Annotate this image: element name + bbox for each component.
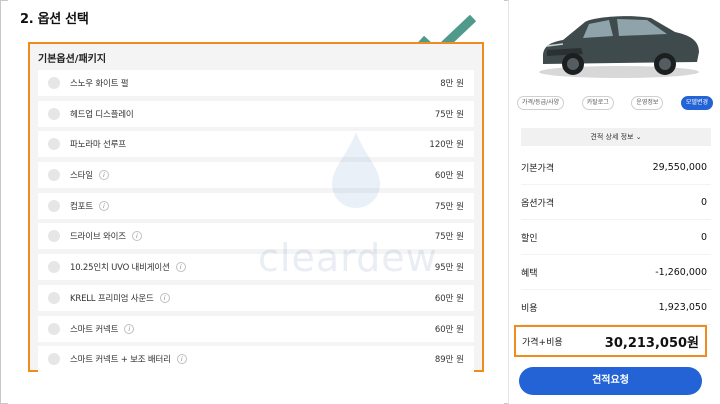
- option-radio[interactable]: [48, 107, 60, 120]
- option-price: 8만 원: [440, 79, 464, 89]
- info-icon[interactable]: i: [131, 231, 142, 242]
- option-radio[interactable]: [48, 261, 60, 274]
- price-row: 옵션가격 0: [521, 185, 711, 220]
- price-row-value: 0: [700, 196, 707, 208]
- option-name: 헤드업 디스플레이: [70, 109, 134, 120]
- option-item[interactable]: 스마트 커넥트 + 보조 배터리 i 89만 원: [38, 346, 474, 373]
- options-panel: 2. 옵션 선택 기본옵션/패키지 스노우 화이트 펄 8만 원헤드업 디스플레이…: [8, 0, 504, 404]
- price-row-value: -1,260,000: [655, 266, 707, 278]
- option-price: 60만 원: [434, 293, 464, 304]
- tab-2[interactable]: 운영정보: [631, 96, 664, 110]
- quote-request-button[interactable]: 견적요청: [519, 367, 702, 395]
- price-row-value: 0: [700, 231, 707, 243]
- option-name: 스마트 커넥트 + 보조 배터리: [70, 355, 171, 366]
- option-radio[interactable]: [48, 199, 60, 212]
- package-list: 스노우 화이트 펄 8만 원 헤드업 디스플레이 75만 원 파노라마 선루프 120만 …: [38, 70, 474, 377]
- info-icon[interactable]: i: [98, 170, 109, 181]
- option-radio[interactable]: [48, 322, 60, 335]
- section-title: 2. 옵션 선택: [20, 12, 89, 27]
- option-radio[interactable]: [48, 138, 60, 151]
- option-price: 75만 원: [434, 232, 464, 243]
- info-icon[interactable]: i: [124, 323, 135, 334]
- tab-3[interactable]: 모델변경: [680, 96, 713, 110]
- tab-0[interactable]: 가격/등급/사양: [517, 96, 565, 110]
- option-price: 60만 원: [434, 324, 464, 335]
- option-name: 컴포트: [70, 201, 93, 212]
- option-price: 75만 원: [434, 201, 464, 212]
- option-name: 드라이브 와이즈: [70, 232, 126, 243]
- total-value: 30,213,050원: [604, 335, 699, 351]
- info-icon[interactable]: i: [159, 292, 170, 303]
- price-row-label: 기본가격: [521, 163, 555, 174]
- option-radio[interactable]: [48, 353, 60, 366]
- package-box: 기본옵션/패키지 스노우 화이트 펄 8만 원 헤드업 디스플레이 75만 원 파노라마…: [28, 42, 484, 373]
- info-tabs: 가격/등급/사양 카탈로그 운영정보 모델변경: [517, 96, 713, 110]
- package-header: 기본옵션/패키지: [38, 54, 107, 65]
- option-price: 75만 원: [434, 109, 464, 120]
- price-row-label: 할인: [521, 233, 538, 244]
- total-label: 가격+비용: [522, 337, 563, 348]
- info-icon[interactable]: i: [175, 262, 186, 273]
- option-radio[interactable]: [48, 291, 60, 304]
- price-row: 비용 1,923,050: [521, 290, 711, 325]
- option-item[interactable]: 스마트 커넥트 i 60만 원: [38, 315, 474, 342]
- price-row-value: 1,923,050: [658, 301, 707, 313]
- price-row-label: 비용: [521, 303, 538, 314]
- option-radio[interactable]: [48, 169, 60, 182]
- option-radio[interactable]: [48, 230, 60, 243]
- price-row: 혜택 -1,260,000: [521, 255, 711, 290]
- option-name: 스마트 커넥트: [70, 324, 119, 335]
- total-box: 가격+비용 30,213,050원: [514, 325, 707, 357]
- tab-1[interactable]: 카탈로그: [581, 96, 614, 110]
- option-name: 스노우 화이트 펄: [70, 79, 129, 89]
- option-item[interactable]: 헤드업 디스플레이 75만 원: [38, 100, 474, 127]
- option-price: 60만 원: [434, 171, 464, 182]
- option-name: KRELL 프리미엄 사운드: [70, 293, 154, 304]
- option-item[interactable]: 드라이브 와이즈 i 75만 원: [38, 223, 474, 250]
- price-rows: 기본가격 29,550,000 옵션가격 0 할인 0 혜택 -1,260,000 비용 1,92…: [521, 150, 711, 325]
- option-item[interactable]: 컴포트 i 75만 원: [38, 192, 474, 219]
- option-price: 95만 원: [434, 263, 464, 274]
- option-name: 10.25인치 UVO 내비게이션: [70, 263, 170, 274]
- option-item[interactable]: 스타일 i 60만 원: [38, 162, 474, 189]
- option-name: 스타일: [70, 171, 93, 182]
- info-icon[interactable]: i: [176, 354, 187, 365]
- info-icon[interactable]: i: [98, 200, 109, 211]
- price-row-label: 혜택: [521, 268, 538, 279]
- price-row: 기본가격 29,550,000: [521, 150, 711, 185]
- option-radio[interactable]: [48, 77, 60, 89]
- option-item[interactable]: 스노우 화이트 펄 8만 원: [38, 70, 474, 96]
- car-image: [539, 16, 699, 78]
- estimate-detail-toggle[interactable]: 견적 상세 정보 ⌄: [521, 128, 711, 146]
- price-row-label: 옵션가격: [521, 198, 555, 209]
- option-item[interactable]: 파노라마 선루프 120만 원: [38, 131, 474, 158]
- option-price: 120만 원: [429, 140, 464, 151]
- option-name: 파노라마 선루프: [70, 140, 126, 151]
- option-item[interactable]: KRELL 프리미엄 사운드 i 60만 원: [38, 284, 474, 311]
- option-item[interactable]: 10.25인치 UVO 내비게이션 i 95만 원: [38, 254, 474, 281]
- price-row: 할인 0: [521, 220, 711, 255]
- price-row-value: 29,550,000: [652, 161, 707, 173]
- option-price: 89만 원: [434, 355, 464, 366]
